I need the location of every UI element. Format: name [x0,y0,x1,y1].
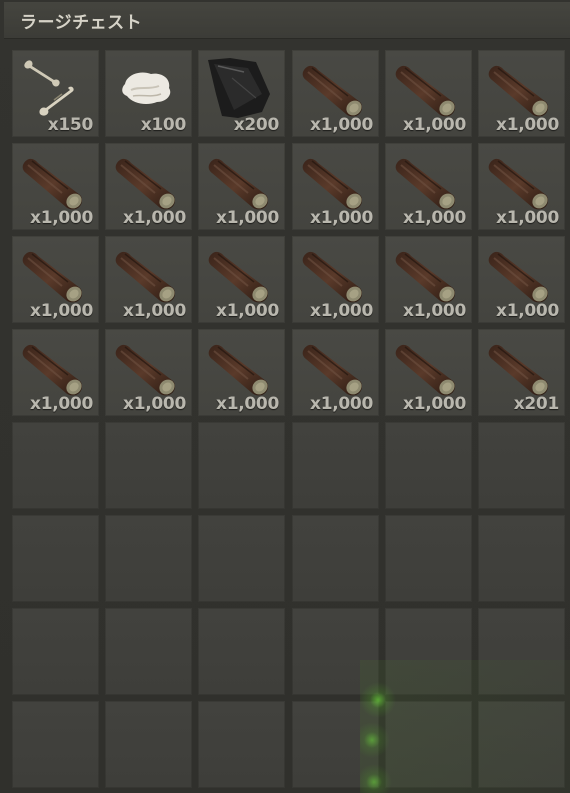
item-quantity: x1,000 [496,115,559,135]
inventory-slot[interactable]: x1,000 [105,236,192,323]
empty-inventory-slot[interactable] [478,515,565,602]
inventory-slot[interactable]: x1,000 [478,236,565,323]
item-quantity: x150 [47,115,94,135]
inventory-slot[interactable]: x1,000 [198,329,285,416]
container-header: ラージチェスト [4,2,570,39]
item-quantity: x1,000 [216,208,279,228]
empty-inventory-slot[interactable] [385,608,472,695]
large-chest-panel: ラージチェスト x150 x100 x200 x1,000 x1,000 x1,000 x1… [0,0,570,793]
inventory-slot[interactable]: x1,000 [198,236,285,323]
item-quantity: x1,000 [310,115,373,135]
inventory-slot[interactable]: x1,000 [292,236,379,323]
inventory-slot[interactable]: x1,000 [12,143,99,230]
inventory-slot[interactable]: x1,000 [198,143,285,230]
item-quantity: x1,000 [216,301,279,321]
empty-inventory-slot[interactable] [12,515,99,602]
item-quantity: x1,000 [123,208,186,228]
inventory-slot[interactable]: x1,000 [385,50,472,137]
empty-inventory-slot[interactable] [105,608,192,695]
inventory-slot[interactable]: x1,000 [105,329,192,416]
empty-inventory-slot[interactable] [198,515,285,602]
item-quantity: x1,000 [30,301,93,321]
container-title: ラージチェスト [20,13,143,33]
inventory-slot[interactable]: x200 [198,50,285,137]
empty-inventory-slot[interactable] [105,701,192,788]
empty-inventory-slot[interactable] [385,701,472,788]
empty-inventory-slot[interactable] [198,608,285,695]
empty-inventory-slot[interactable] [478,701,565,788]
empty-inventory-slot[interactable] [12,701,99,788]
inventory-slot[interactable]: x1,000 [12,329,99,416]
item-quantity: x200 [233,115,280,135]
inventory-slot[interactable]: x150 [12,50,99,137]
item-quantity: x1,000 [216,394,279,414]
inventory-slot[interactable]: x1,000 [385,143,472,230]
item-quantity: x1,000 [403,115,466,135]
inventory-slot[interactable]: x201 [478,329,565,416]
item-quantity: x1,000 [310,394,373,414]
empty-inventory-slot[interactable] [478,422,565,509]
item-quantity: x201 [513,394,560,414]
empty-inventory-slot[interactable] [292,701,379,788]
item-quantity: x100 [140,115,187,135]
item-quantity: x1,000 [403,301,466,321]
empty-inventory-slot[interactable] [292,422,379,509]
empty-inventory-slot[interactable] [105,515,192,602]
inventory-slot[interactable]: x1,000 [292,50,379,137]
inventory-slot[interactable]: x1,000 [12,236,99,323]
empty-inventory-slot[interactable] [198,422,285,509]
item-quantity: x1,000 [310,208,373,228]
inventory-slot[interactable]: x1,000 [292,329,379,416]
item-quantity: x1,000 [403,394,466,414]
inventory-slot[interactable]: x1,000 [105,143,192,230]
empty-inventory-slot[interactable] [12,422,99,509]
empty-inventory-slot[interactable] [292,608,379,695]
empty-inventory-slot[interactable] [292,515,379,602]
empty-inventory-slot[interactable] [198,701,285,788]
empty-inventory-slot[interactable] [105,422,192,509]
item-quantity: x1,000 [496,208,559,228]
inventory-grid: x150 x100 x200 x1,000 x1,000 x1,000 x1,000 x1,0… [12,50,570,793]
inventory-slot[interactable]: x1,000 [478,50,565,137]
inventory-slot[interactable]: x1,000 [385,329,472,416]
empty-inventory-slot[interactable] [478,608,565,695]
item-quantity: x1,000 [310,301,373,321]
item-quantity: x1,000 [403,208,466,228]
item-quantity: x1,000 [30,394,93,414]
empty-inventory-slot[interactable] [385,422,472,509]
inventory-slot[interactable]: x1,000 [478,143,565,230]
inventory-slot[interactable]: x1,000 [385,236,472,323]
inventory-slot[interactable]: x1,000 [292,143,379,230]
item-quantity: x1,000 [123,301,186,321]
item-quantity: x1,000 [30,208,93,228]
empty-inventory-slot[interactable] [385,515,472,602]
inventory-slot[interactable]: x100 [105,50,192,137]
empty-inventory-slot[interactable] [12,608,99,695]
item-quantity: x1,000 [496,301,559,321]
item-quantity: x1,000 [123,394,186,414]
